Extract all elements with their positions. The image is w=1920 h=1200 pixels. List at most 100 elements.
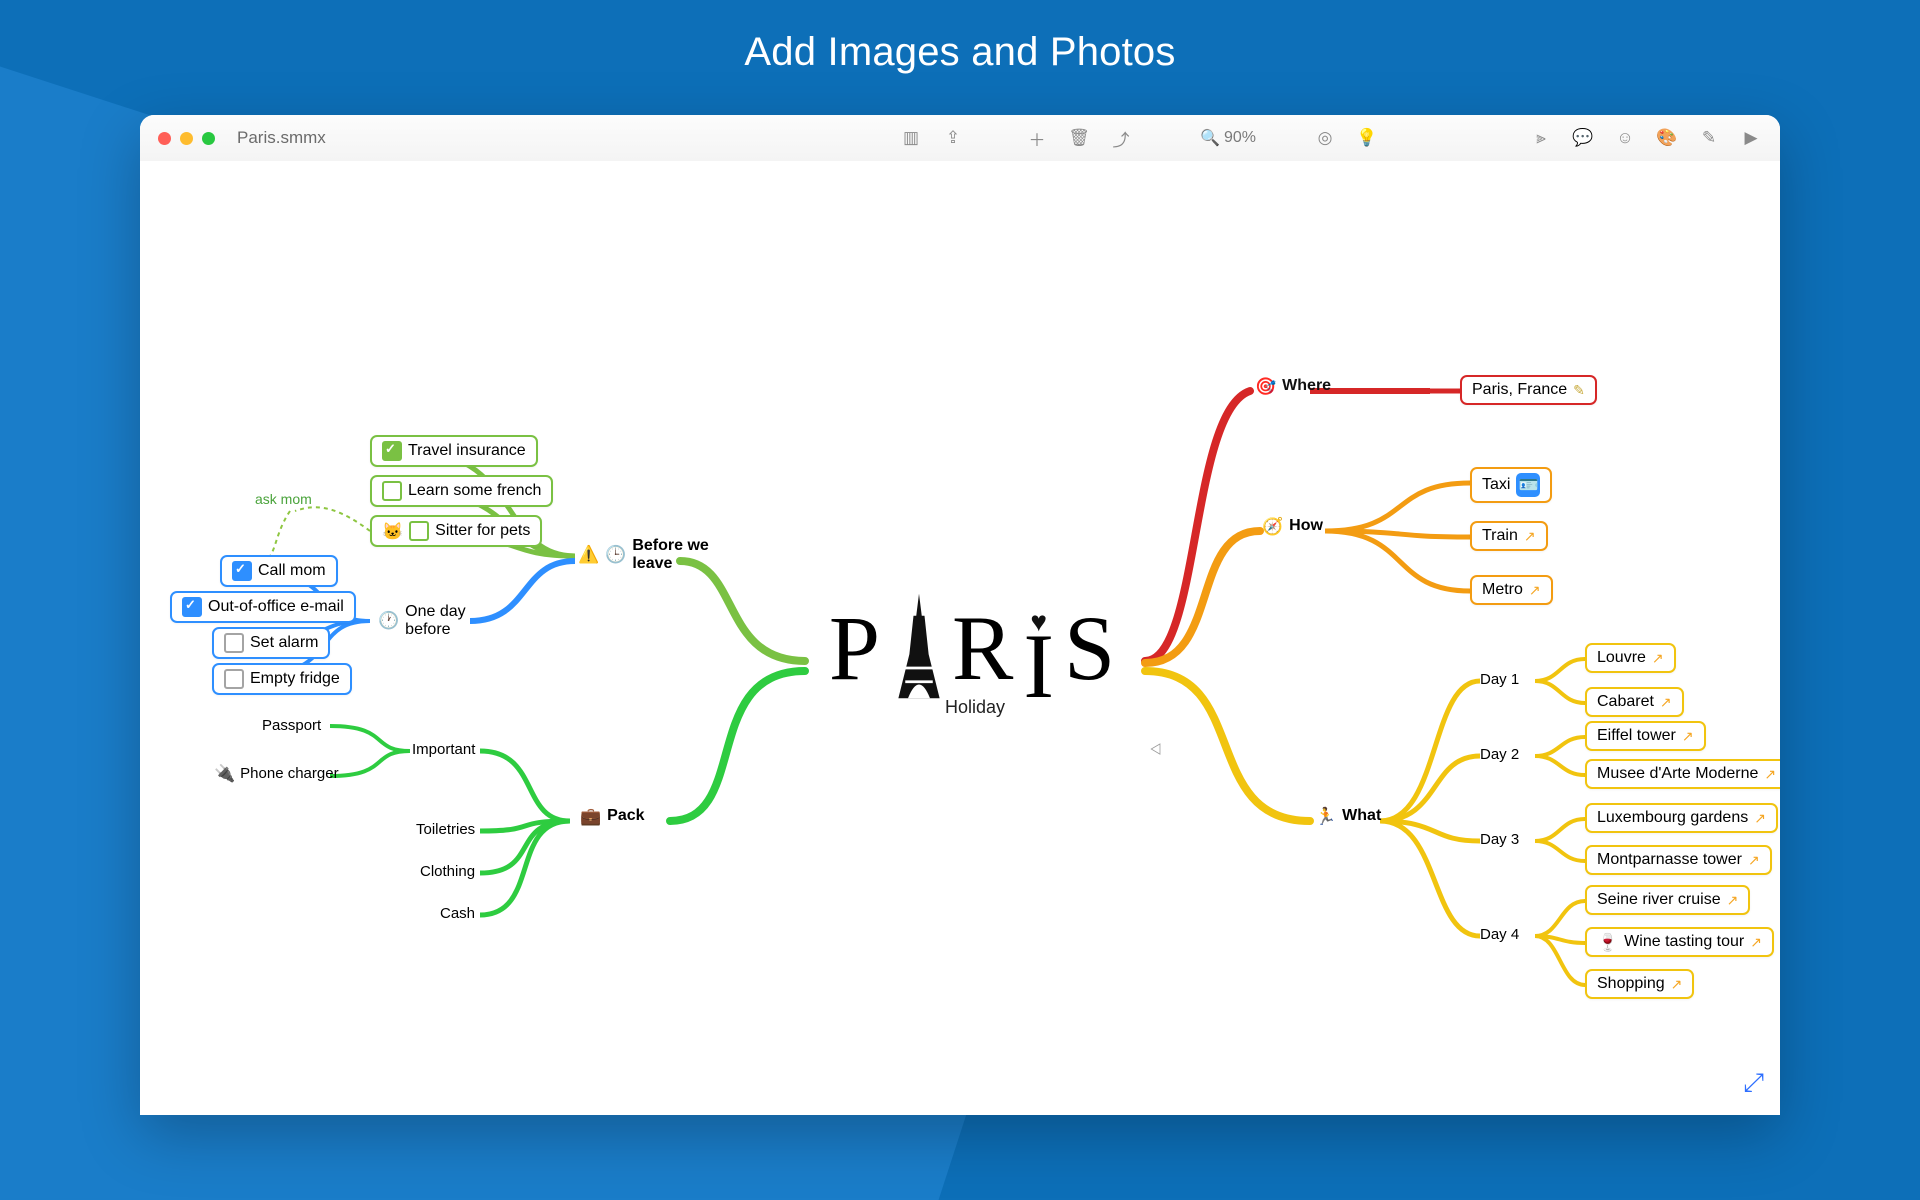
- external-link-icon[interactable]: ↗: [1660, 694, 1672, 711]
- node-day-2[interactable]: Day 2: [1480, 746, 1519, 763]
- node-montparnasse[interactable]: Montparnasse tower↗: [1585, 845, 1772, 875]
- external-link-icon[interactable]: ↗: [1748, 852, 1760, 869]
- node-toiletries[interactable]: Toiletries: [416, 821, 475, 838]
- node-day-3[interactable]: Day 3: [1480, 831, 1519, 848]
- node-important[interactable]: Important: [412, 741, 475, 758]
- node-wine[interactable]: 🍷Wine tasting tour↗: [1585, 927, 1774, 957]
- zoom-control[interactable]: 🔍 90%: [1190, 128, 1266, 148]
- external-link-icon[interactable]: ↗: [1671, 976, 1683, 993]
- external-link-icon[interactable]: ↗: [1754, 810, 1766, 827]
- target-icon: 🎯: [1255, 378, 1276, 395]
- external-link-icon[interactable]: ↗: [1652, 650, 1664, 667]
- pack-label: Pack: [607, 807, 644, 825]
- clock-icon: 🕒: [605, 546, 626, 563]
- node-set-alarm[interactable]: Set alarm: [212, 627, 330, 659]
- comment-icon[interactable]: 💬: [1568, 123, 1598, 153]
- node-day-1[interactable]: Day 1: [1480, 671, 1519, 688]
- share-up-icon[interactable]: ⇪: [938, 123, 968, 153]
- clock-icon: 🕐: [378, 612, 399, 629]
- filename: Paris.smmx: [237, 128, 326, 148]
- fullscreen-button[interactable]: [202, 132, 215, 145]
- panel-icon[interactable]: ▥: [896, 123, 926, 153]
- checkbox[interactable]: [232, 561, 252, 581]
- external-link-icon[interactable]: ↗: [1529, 582, 1541, 599]
- collapse-toggle-icon[interactable]: ⨞: [1150, 741, 1162, 758]
- node-phone-charger[interactable]: 🔌Phone charger: [214, 765, 339, 782]
- cat-icon: 🐱: [382, 523, 403, 540]
- note-ask-mom[interactable]: ask mom: [255, 491, 312, 507]
- node-travel-insurance[interactable]: Travel insurance: [370, 435, 538, 467]
- mindmap-canvas[interactable]: P R ♥I S Holiday ⨞ 🎯 Where: [140, 161, 1780, 1115]
- node-day-4[interactable]: Day 4: [1480, 926, 1519, 943]
- node-empty-fridge[interactable]: Empty fridge: [212, 663, 352, 695]
- close-button[interactable]: [158, 132, 171, 145]
- node-out-of-office[interactable]: Out-of-office e-mail: [170, 591, 356, 623]
- external-link-icon[interactable]: ↗: [1764, 766, 1776, 783]
- branch-how[interactable]: 🧭 How: [1262, 517, 1323, 535]
- focus-icon[interactable]: ◎: [1310, 123, 1340, 153]
- trash-icon[interactable]: 🗑: [1064, 123, 1094, 153]
- lightbulb-icon[interactable]: 💡: [1352, 123, 1382, 153]
- node-learn-french[interactable]: Learn some french: [370, 475, 553, 507]
- checkbox[interactable]: [224, 669, 244, 689]
- node-paris-france[interactable]: Paris, France ✎: [1460, 375, 1597, 405]
- how-label: How: [1289, 517, 1323, 535]
- id-card-icon: 🪪: [1516, 473, 1540, 497]
- node-cash[interactable]: Cash: [440, 905, 475, 922]
- branch-one-day-before[interactable]: 🕐 One day before: [378, 603, 495, 638]
- checkbox[interactable]: [409, 521, 429, 541]
- node-cabaret[interactable]: Cabaret↗: [1585, 687, 1684, 717]
- what-label: What: [1342, 807, 1381, 825]
- leaf-label: Taxi: [1482, 476, 1510, 494]
- fullscreen-expand-icon[interactable]: ⤢: [1743, 1067, 1764, 1099]
- minimize-button[interactable]: [180, 132, 193, 145]
- node-taxi[interactable]: Taxi 🪪: [1470, 467, 1552, 503]
- checkbox[interactable]: [182, 597, 202, 617]
- external-link-icon[interactable]: ↗: [1727, 892, 1739, 909]
- note-icon[interactable]: ✎: [1573, 382, 1585, 399]
- checkbox[interactable]: [224, 633, 244, 653]
- checkbox[interactable]: [382, 441, 402, 461]
- plus-icon[interactable]: ＋: [1022, 123, 1052, 153]
- external-link-icon[interactable]: ↗: [1750, 934, 1762, 951]
- leaf-label: Metro: [1482, 581, 1523, 599]
- checkbox[interactable]: [382, 481, 402, 501]
- format-icon[interactable]: ✎: [1694, 123, 1724, 153]
- branch-before-we-leave[interactable]: ⚠️ 🕒 Before we leave: [578, 537, 742, 572]
- node-seine[interactable]: Seine river cruise↗: [1585, 885, 1750, 915]
- zoom-value: 90%: [1224, 129, 1256, 147]
- paris-title: P R ♥I S: [800, 591, 1150, 701]
- central-topic[interactable]: P R ♥I S Holiday: [800, 591, 1150, 718]
- where-label: Where: [1282, 377, 1331, 395]
- node-louvre[interactable]: Louvre↗: [1585, 643, 1676, 673]
- briefcase-icon: 💼: [580, 808, 601, 825]
- node-clothing[interactable]: Clothing: [420, 863, 475, 880]
- wine-icon: 🍷: [1597, 934, 1618, 951]
- present-icon[interactable]: ▶: [1736, 123, 1766, 153]
- node-passport[interactable]: Passport: [262, 717, 321, 734]
- slider-icon[interactable]: ⫸: [1526, 123, 1556, 153]
- node-metro[interactable]: Metro ↗: [1470, 575, 1553, 605]
- plug-icon: 🔌: [214, 765, 235, 782]
- node-sitter-pets[interactable]: 🐱Sitter for pets: [370, 515, 542, 547]
- emoji-icon[interactable]: ☺: [1610, 123, 1640, 153]
- palette-icon[interactable]: 🎨: [1652, 123, 1682, 153]
- branch-pack[interactable]: 💼 Pack: [580, 807, 645, 825]
- eiffel-tower-icon: [890, 591, 948, 701]
- warning-icon: ⚠️: [578, 546, 599, 563]
- app-window: Paris.smmx ▥ ⇪ ＋ 🗑 ⤴ 🔍 90% ◎ 💡 ⫸ 💬 ☺ 🎨 ✎…: [140, 115, 1780, 1115]
- leaf-label: Paris, France: [1472, 381, 1567, 399]
- branch-what[interactable]: 🏃 What: [1315, 807, 1381, 825]
- share-icon[interactable]: ⤴: [1106, 123, 1136, 153]
- node-call-mom[interactable]: Call mom: [220, 555, 338, 587]
- branch-where[interactable]: 🎯 Where: [1255, 377, 1331, 395]
- node-luxembourg[interactable]: Luxembourg gardens↗: [1585, 803, 1778, 833]
- node-musee[interactable]: Musee d'Arte Moderne↗: [1585, 759, 1780, 789]
- before-label: Before we leave: [632, 537, 742, 572]
- node-shopping[interactable]: Shopping↗: [1585, 969, 1694, 999]
- compass-icon: 🧭: [1262, 518, 1283, 535]
- external-link-icon[interactable]: ↗: [1682, 728, 1694, 745]
- node-eiffel[interactable]: Eiffel tower↗: [1585, 721, 1706, 751]
- external-link-icon[interactable]: ↗: [1524, 528, 1536, 545]
- node-train[interactable]: Train ↗: [1470, 521, 1548, 551]
